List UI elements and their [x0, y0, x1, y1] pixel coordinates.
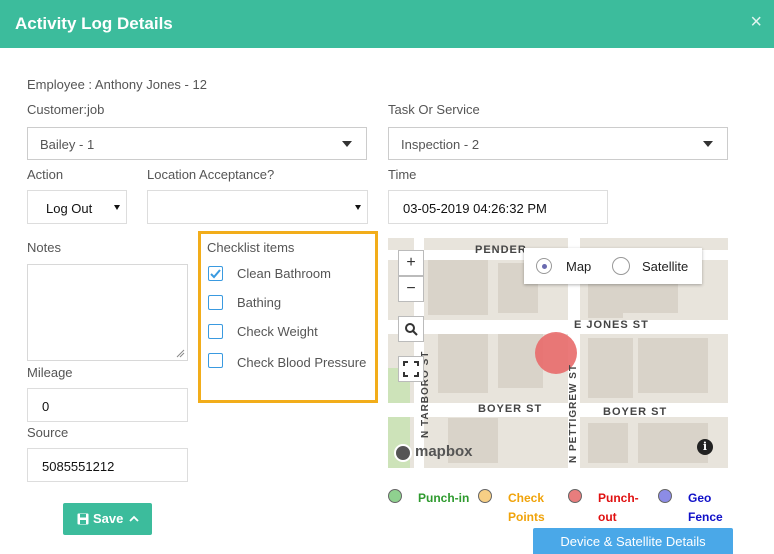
zoom-out-button[interactable]: − [398, 276, 424, 302]
street-label: E JONES ST [574, 319, 649, 331]
mileage-value: 0 [42, 399, 50, 414]
task-label: Task Or Service [388, 102, 480, 117]
map-view[interactable]: PENDER E JONES ST BOYER ST BOYER ST N TA… [388, 238, 728, 468]
device-satellite-details-button[interactable]: Device & Satellite Details [533, 528, 733, 554]
customer-job-value: Bailey - 1 [40, 137, 95, 152]
location-acceptance-select[interactable] [147, 190, 368, 224]
checklist-item-label: Check Blood Pressure [237, 355, 367, 370]
time-input[interactable]: 03-05-2019 04:26:32 PM [388, 190, 608, 224]
chevron-down-icon [355, 205, 361, 210]
legend-dot-geo-fence [658, 489, 672, 503]
fullscreen-button[interactable] [398, 356, 424, 382]
checklist-item-label: Bathing [237, 295, 282, 310]
street-label: N PETTIGREW ST [568, 364, 579, 463]
checklist-checkbox-clean-bathroom[interactable] [208, 266, 223, 281]
activity-log-modal: Activity Log Details × Employee : Anthon… [0, 0, 774, 554]
chevron-up-icon [129, 515, 139, 522]
legend-label-punch-out: Punch-out [598, 491, 639, 524]
checklist-item-label: Clean Bathroom [237, 266, 331, 281]
modal-title: Activity Log Details [15, 14, 173, 33]
chevron-down-icon [114, 205, 120, 210]
street-label: PENDER [475, 244, 527, 256]
legend-dot-punch-out [568, 489, 582, 503]
time-value: 03-05-2019 04:26:32 PM [403, 201, 547, 216]
source-value: 5085551212 [42, 459, 115, 474]
checklist-checkbox-bathing[interactable] [208, 295, 223, 310]
customer-job-label: Customer:job [27, 102, 105, 117]
chevron-down-icon [703, 141, 713, 147]
info-icon[interactable]: i [697, 439, 713, 455]
mapbox-wordmark: mapbox [415, 443, 473, 460]
fullscreen-icon [403, 361, 419, 377]
customer-job-select[interactable]: Bailey - 1 [27, 127, 367, 160]
action-value: Log Out [46, 201, 93, 216]
task-select[interactable]: Inspection - 2 [388, 127, 728, 160]
map-type-label: Map [566, 259, 592, 274]
legend-label-geo-fence: Geo Fence [688, 491, 723, 524]
search-button[interactable] [398, 316, 424, 342]
mapbox-logo-icon [394, 444, 412, 462]
modal-header: Activity Log Details × [0, 0, 774, 48]
close-icon[interactable]: × [750, 11, 762, 34]
search-icon [405, 323, 418, 336]
checklist-item-label: Check Weight [237, 324, 318, 339]
checklist-checkbox-check-weight[interactable] [208, 324, 223, 339]
source-input[interactable]: 5085551212 [27, 448, 188, 482]
resize-handle-icon[interactable] [176, 349, 185, 358]
legend-label-punch-in: Punch-in [418, 491, 470, 505]
save-disk-icon [77, 513, 89, 525]
chevron-down-icon [342, 141, 352, 147]
checklist-checkbox-check-blood-pressure[interactable] [208, 353, 223, 368]
task-value: Inspection - 2 [401, 137, 480, 152]
save-button[interactable]: Save [63, 503, 152, 535]
street-label: BOYER ST [478, 403, 543, 415]
save-label: Save [93, 511, 124, 526]
action-label: Action [27, 167, 64, 182]
map-type-radio-satellite[interactable] [612, 257, 630, 275]
mileage-label: Mileage [27, 365, 73, 380]
checklist-label: Checklist items [207, 240, 295, 255]
legend-dot-check-points [478, 489, 492, 503]
map-type-radio-map[interactable] [536, 258, 552, 274]
zoom-in-button[interactable]: + [398, 250, 424, 276]
map-type-toggle: Map Satellite [524, 248, 702, 284]
check-icon [210, 269, 221, 279]
legend-dot-punch-in [388, 489, 402, 503]
map-type-label: Satellite [642, 259, 689, 274]
time-label: Time [388, 167, 417, 182]
street-label: BOYER ST [603, 406, 668, 418]
employee-info: Employee : Anthony Jones - 12 [27, 77, 207, 92]
location-acceptance-label: Location Acceptance? [147, 167, 275, 182]
legend-label-check-points: Check Points [508, 491, 545, 524]
notes-label: Notes [27, 240, 61, 255]
checklist-panel [198, 231, 378, 403]
radio-dot-icon [542, 264, 547, 269]
mileage-input[interactable]: 0 [27, 388, 188, 422]
notes-textarea[interactable] [27, 264, 188, 361]
action-select[interactable]: Log Out [27, 190, 127, 224]
source-label: Source [27, 425, 69, 440]
